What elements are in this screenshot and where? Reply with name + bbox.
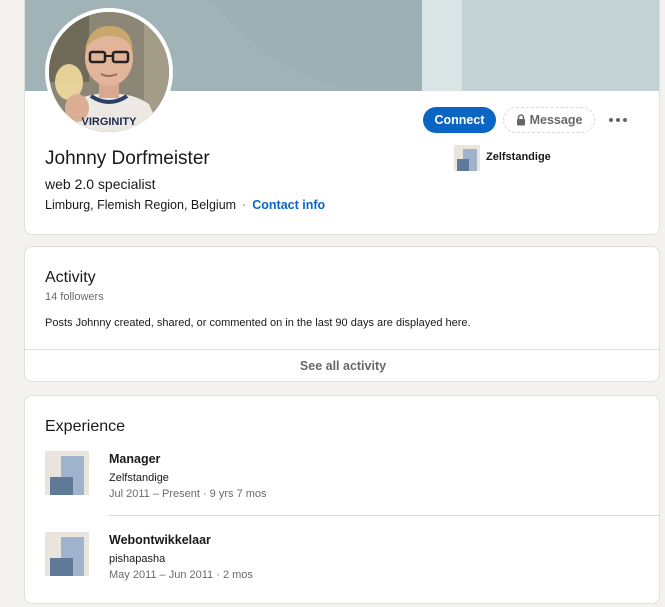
- message-button[interactable]: Message: [503, 107, 595, 133]
- lock-icon: [516, 114, 525, 126]
- contact-info-link[interactable]: Contact info: [252, 198, 325, 212]
- divider: [109, 515, 659, 516]
- profile-location: Limburg, Flemish Region, Belgium: [45, 198, 237, 212]
- company-logo[interactable]: [45, 532, 89, 576]
- experience-title: Experience: [45, 418, 126, 435]
- profile-headline: web 2.0 specialist: [45, 176, 156, 192]
- experience-dates: May 2011 – Jun 2011 · 2 mos: [109, 569, 253, 581]
- location-row: Limburg, Flemish Region, Belgium · Conta…: [45, 198, 325, 212]
- message-button-label: Message: [529, 113, 583, 127]
- ellipsis-icon: [609, 118, 613, 122]
- avatar[interactable]: VIRGINITY: [45, 8, 173, 136]
- see-all-activity-button[interactable]: See all activity: [25, 350, 659, 381]
- followers-count[interactable]: 14 followers: [45, 291, 104, 303]
- activity-section: Activity 14 followers Posts Johnny creat…: [24, 246, 660, 382]
- company-logo[interactable]: [454, 145, 480, 171]
- experience-item: Manager Zelfstandige Jul 2011 – Present …: [45, 451, 659, 511]
- company-logo[interactable]: [45, 451, 89, 495]
- connect-button[interactable]: Connect: [423, 107, 496, 133]
- experience-title-text[interactable]: Manager: [109, 452, 160, 466]
- experience-title-text[interactable]: Webontwikkelaar: [109, 533, 211, 547]
- separator-dot: ·: [242, 198, 247, 212]
- experience-dates: Jul 2011 – Present · 9 yrs 7 mos: [109, 488, 267, 500]
- avatar-shirt-text: VIRGINITY: [81, 116, 137, 128]
- experience-company: pishapasha: [109, 553, 166, 565]
- experience-section: Experience Manager Zelfstandige Jul 2011…: [24, 395, 660, 604]
- profile-name: Johnny Dorfmeister: [45, 148, 210, 169]
- current-company-name[interactable]: Zelfstandige: [486, 151, 551, 163]
- more-actions-button[interactable]: [603, 107, 633, 133]
- experience-item: Webontwikkelaar pishapasha May 2011 – Ju…: [45, 532, 659, 592]
- activity-title: Activity: [45, 269, 96, 286]
- profile-photo: VIRGINITY: [49, 12, 169, 132]
- profile-top-card: VIRGINITY Connect Message Zelfstandige J…: [24, 0, 660, 235]
- experience-company: Zelfstandige: [109, 472, 169, 484]
- activity-description: Posts Johnny created, shared, or comment…: [45, 317, 471, 329]
